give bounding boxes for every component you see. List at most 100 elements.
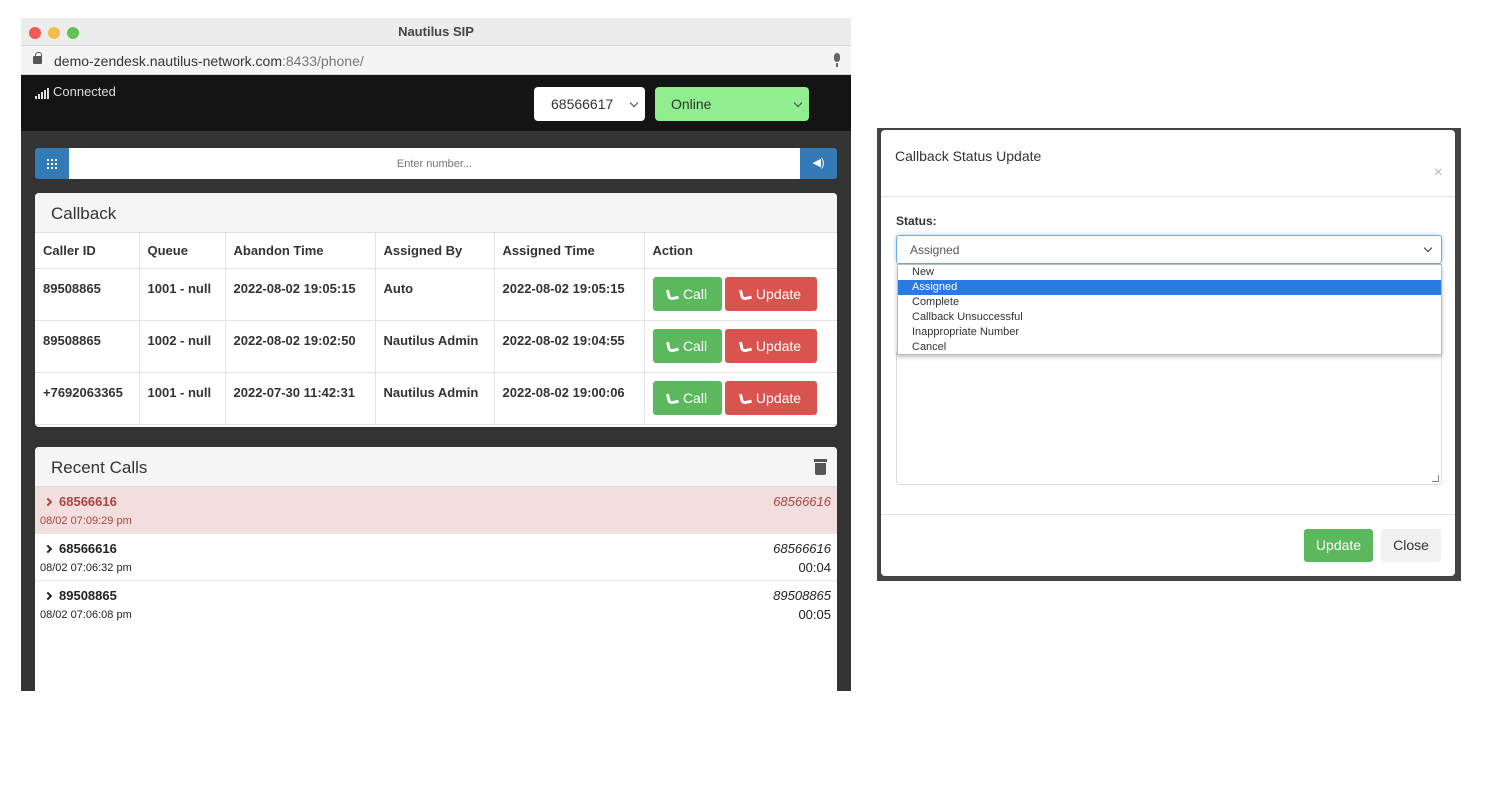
call-time: 08/02 07:06:08 pm <box>40 609 132 621</box>
caller-id-cell: +7692063365 <box>35 372 140 425</box>
assigned-by-cell: Nautilus Admin <box>375 320 495 373</box>
call-button[interactable]: Call <box>652 380 722 415</box>
call-button[interactable]: Call <box>652 328 722 363</box>
close-icon[interactable]: × <box>1434 164 1443 182</box>
action-cell: Call Update <box>644 320 837 373</box>
action-cell: Call Update <box>644 268 837 321</box>
resize-handle-icon[interactable] <box>1432 475 1439 482</box>
col-abandon-time: Abandon Time <box>225 233 376 269</box>
modal-footer: Update Close <box>881 514 1455 576</box>
option-new[interactable]: New <box>898 265 1441 280</box>
call-time: 08/02 07:09:29 pm <box>40 515 132 527</box>
call-time: 08/02 07:06:32 pm <box>40 562 132 574</box>
phone-icon <box>665 287 679 301</box>
recent-calls-title: Recent Calls <box>51 458 148 477</box>
keypad-button[interactable] <box>35 148 69 179</box>
option-complete[interactable]: Complete <box>898 295 1441 310</box>
col-queue: Queue <box>139 233 226 269</box>
caller-id-cell: 89508865 <box>35 268 140 321</box>
option-assigned[interactable]: Assigned <box>898 280 1441 295</box>
notes-textarea[interactable] <box>896 350 1442 485</box>
list-item[interactable]: 89508865 08/02 07:06:08 pm 89508865 00:0… <box>35 581 837 628</box>
update-button[interactable]: Update <box>724 276 817 311</box>
call-button[interactable]: Call <box>652 276 722 311</box>
option-cancel[interactable]: Cancel <box>898 340 1441 355</box>
url-text[interactable]: demo-zendesk.nautilus-network.com:8433/p… <box>54 53 364 69</box>
caller-id-cell: 89508865 <box>35 320 140 373</box>
call-label: Call <box>682 337 708 354</box>
update-label: Update <box>755 389 802 406</box>
recent-calls-header: Recent Calls <box>35 447 837 487</box>
signal-icon <box>35 84 50 99</box>
callback-panel: Callback Caller ID Queue Abandon Time As… <box>35 193 837 427</box>
chevron-down-icon <box>793 98 803 108</box>
chevron-down-icon <box>629 98 639 108</box>
modal-header: Callback Status Update × <box>881 130 1455 197</box>
call-remote-number: 68566616 <box>773 494 831 509</box>
presence-status-select[interactable]: Online <box>655 87 809 121</box>
title-bar: Nautilus SIP <box>21 18 851 46</box>
callback-title: Callback <box>35 193 837 233</box>
url-host: demo-zendesk.nautilus-network.com <box>54 53 282 69</box>
callback-table: Caller ID Queue Abandon Time Assigned By… <box>35 233 837 425</box>
chevron-right-icon <box>43 591 53 601</box>
call-duration: 00:05 <box>798 607 831 622</box>
volume-icon: ◀) <box>812 157 825 169</box>
queue-cell: 1002 - null <box>139 320 226 373</box>
status-select-value: Assigned <box>910 243 960 257</box>
action-cell: Call Update <box>644 372 837 425</box>
keypad-icon <box>47 159 57 169</box>
assigned-time-cell: 2022-08-02 19:04:55 <box>494 320 645 373</box>
status-select[interactable]: Assigned <box>896 235 1442 264</box>
abandon-time-cell: 2022-07-30 11:42:31 <box>225 372 376 425</box>
chevron-down-icon <box>1423 243 1433 253</box>
call-number: 68566616 <box>43 494 117 509</box>
recent-calls-panel: Recent Calls 68566616 08/02 07:09:29 pm … <box>35 447 837 691</box>
browser-window: Nautilus SIP demo-zendesk.nautilus-netwo… <box>21 18 851 691</box>
list-item[interactable]: 68566616 08/02 07:06:32 pm 68566616 00:0… <box>35 534 837 581</box>
update-button[interactable]: Update <box>724 380 817 415</box>
microphone-icon[interactable] <box>833 53 841 67</box>
status-dropdown: New Assigned Complete Callback Unsuccess… <box>897 264 1442 355</box>
call-number-text: 89508865 <box>59 588 117 603</box>
extension-select[interactable]: 68566617 <box>534 87 645 121</box>
assigned-time-cell: 2022-08-02 19:00:06 <box>494 372 645 425</box>
abandon-time-cell: 2022-08-02 19:05:15 <box>225 268 376 321</box>
phone-icon <box>665 339 679 353</box>
number-input[interactable] <box>69 148 800 179</box>
modal-update-button[interactable]: Update <box>1304 529 1373 562</box>
call-label: Call <box>682 285 708 302</box>
col-action: Action <box>644 233 837 269</box>
connection-label: Connected <box>53 84 116 99</box>
address-bar[interactable]: demo-zendesk.nautilus-network.com:8433/p… <box>21 46 851 75</box>
option-inappropriate-number[interactable]: Inappropriate Number <box>898 325 1441 340</box>
call-remote-number: 68566616 <box>773 541 831 556</box>
table-row: 89508865 1001 - null 2022-08-02 19:05:15… <box>35 268 837 321</box>
phone-icon <box>738 339 752 353</box>
extension-value: 68566617 <box>551 96 614 112</box>
volume-button[interactable]: ◀) <box>800 148 837 179</box>
table-row: +7692063365 1001 - null 2022-07-30 11:42… <box>35 372 837 425</box>
chevron-right-icon <box>43 544 53 554</box>
dial-bar: ◀) <box>35 148 837 179</box>
update-button[interactable]: Update <box>724 328 817 363</box>
call-remote-number: 89508865 <box>773 588 831 603</box>
phone-top-bar: Connected 68566617 Online <box>21 75 851 131</box>
phone-icon <box>665 391 679 405</box>
trash-icon[interactable] <box>814 459 827 475</box>
option-callback-unsuccessful[interactable]: Callback Unsuccessful <box>898 310 1441 325</box>
callback-header-row: Caller ID Queue Abandon Time Assigned By… <box>35 233 837 269</box>
connection-status: Connected <box>35 84 116 99</box>
call-number: 68566616 <box>43 541 117 556</box>
lock-icon <box>33 52 42 64</box>
assigned-by-cell: Nautilus Admin <box>375 372 495 425</box>
status-label: Status: <box>896 214 937 228</box>
url-port-path: :8433/phone/ <box>282 53 364 69</box>
modal-backdrop: Callback Status Update × Status: Assigne… <box>877 128 1461 581</box>
call-number-text: 68566616 <box>59 494 117 509</box>
list-item[interactable]: 68566616 08/02 07:09:29 pm 68566616 <box>35 487 837 534</box>
modal-close-button[interactable]: Close <box>1381 529 1441 562</box>
queue-cell: 1001 - null <box>139 372 226 425</box>
update-label: Update <box>755 337 802 354</box>
assigned-time-cell: 2022-08-02 19:05:15 <box>494 268 645 321</box>
